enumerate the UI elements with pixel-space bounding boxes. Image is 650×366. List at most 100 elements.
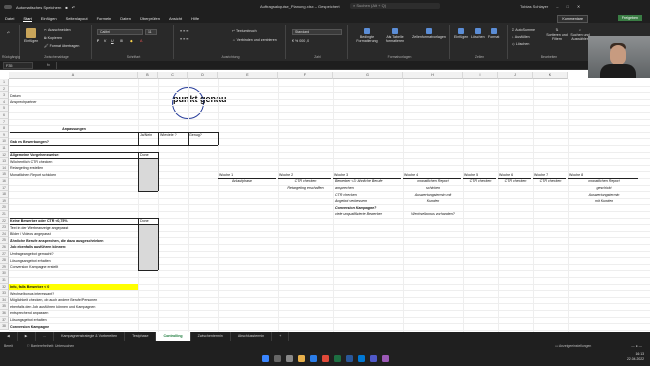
week-task[interactable]: CTR checken	[500, 178, 531, 184]
row-header[interactable]: 15	[0, 171, 9, 178]
menu-überprüfen[interactable]: Überprüfen	[140, 16, 160, 21]
keine-item[interactable]: Text in der Werbeanzeige angepasst	[10, 225, 68, 231]
row-header[interactable]: 24	[0, 230, 9, 238]
font-size-select[interactable]: 11	[145, 29, 157, 35]
number-format-select[interactable]: Standard	[292, 29, 342, 35]
excel-icon[interactable]	[333, 354, 341, 362]
column-header-a[interactable]: A	[9, 72, 138, 79]
row-header[interactable]: 17	[0, 184, 9, 192]
fill-color-icon[interactable]: ◆	[130, 39, 133, 43]
week-task[interactable]: CTR checken	[280, 178, 331, 184]
explorer-icon[interactable]	[297, 354, 305, 362]
info-item[interactable]: ebenfalls den Job ausführen können und K…	[10, 304, 95, 310]
wieviele-header[interactable]: Wieviele ?	[160, 132, 177, 138]
user-name[interactable]: Tobias Schlayer	[520, 4, 548, 9]
week-task[interactable]: Retargeting erschaffen	[280, 185, 331, 191]
allgemeine-vorgehensweise-heading[interactable]: Allgemeine Vorgehensweise:	[10, 152, 59, 158]
keine-item[interactable]: Ähnliche Berufe ansprechen, die dazu aus…	[10, 238, 103, 244]
week-task[interactable]: Angebot verbessern	[335, 198, 367, 204]
row-header[interactable]: 33	[0, 290, 9, 297]
week-task[interactable]: Auswertungstermin mit	[405, 192, 461, 198]
format-cells-button[interactable]: Format	[488, 28, 499, 39]
week-header-4[interactable]: Woche 4	[404, 172, 418, 178]
anpassungen-heading[interactable]: Anpassungen	[10, 126, 138, 132]
maximize-icon[interactable]: □	[566, 4, 568, 9]
sheet-tab-testphase[interactable]: Testphase	[125, 332, 157, 341]
row-header[interactable]: 30	[0, 270, 9, 277]
week-task[interactable]: mit Kunden	[570, 198, 638, 204]
undo-button[interactable]: ↶	[7, 31, 10, 35]
row-header[interactable]: 11	[0, 145, 9, 152]
chrome-icon[interactable]	[321, 354, 329, 362]
display-settings[interactable]: ▭ Anzeigeeinstellungen	[555, 344, 591, 348]
currency-icon[interactable]: € % 000 ,0	[292, 39, 309, 43]
ja-nein-header[interactable]: Ja/Nein	[140, 132, 152, 138]
app-icon[interactable]	[381, 354, 389, 362]
keine-bewerber-heading[interactable]: Keine Bewerber oder CTR <0,75%	[10, 218, 68, 224]
info-item[interactable]: Lösungsgebot erhalten	[10, 317, 47, 323]
week-task[interactable]: CTR checken	[335, 192, 357, 198]
conditional-format-button[interactable]: Bedingte Formatierung	[354, 28, 380, 43]
week-task[interactable]: Conversion Kampagne?	[335, 205, 376, 211]
column-header-b[interactable]: B	[138, 72, 158, 79]
week-header-3[interactable]: Woche 3	[334, 172, 348, 178]
undo-icon[interactable]: ↶	[72, 5, 75, 10]
windows-start-icon[interactable]	[261, 354, 269, 362]
row-header[interactable]: 32	[0, 283, 9, 291]
info-item[interactable]: entsprechend anpassen	[10, 310, 48, 316]
row-header[interactable]: 12	[0, 151, 9, 159]
share-button[interactable]: Freigeben	[617, 15, 642, 21]
row-header[interactable]: 22	[0, 217, 9, 225]
row-header[interactable]: 10	[0, 138, 9, 145]
copy-button[interactable]: ⧉ Kopieren	[44, 36, 62, 40]
row-header[interactable]: 3	[0, 92, 9, 99]
outlook-icon[interactable]	[357, 354, 365, 362]
column-header-d[interactable]: D	[188, 72, 218, 79]
merge-center-button[interactable]: ⇔ Verbinden und zentrieren	[232, 38, 277, 42]
menu-einfügen[interactable]: Einfügen	[41, 16, 57, 21]
row-header[interactable]: 9	[0, 131, 9, 139]
row-header[interactable]: 4	[0, 98, 9, 106]
insert-cells-button[interactable]: Einfügen	[454, 28, 468, 39]
menu-ansicht[interactable]: Ansicht	[169, 16, 182, 21]
column-header-c[interactable]: C	[158, 72, 188, 79]
sheet-tab-controlling[interactable]: Controlling	[156, 332, 191, 341]
keine-item[interactable]: Lösungsangebot erhalten	[10, 258, 51, 264]
wrap-text-button[interactable]: ↵ Textumbruch	[232, 29, 257, 33]
worksheet-grid[interactable]: punkt genau A B C D E F G H I J K 1 2 3 4 5 6 7 8 9 10 11 12 13…	[0, 72, 650, 332]
accessibility-status[interactable]: ⚐ Barrierefreiheit: Untersuchen	[27, 344, 74, 348]
format-painter-button[interactable]: 🖌 Format übertragen	[44, 44, 79, 48]
row-header[interactable]: 27	[0, 250, 9, 258]
menu-hilfe[interactable]: Hilfe	[191, 16, 199, 21]
paste-button[interactable]: Einfügen	[24, 28, 38, 43]
font-color-icon[interactable]: A	[140, 39, 142, 43]
allgemeine-item[interactable]: Retargeting erstellen	[10, 165, 43, 171]
row-header[interactable]: 6	[0, 112, 9, 119]
week-task[interactable]: Auswertungstermin	[570, 192, 638, 198]
row-header[interactable]: 34	[0, 296, 9, 304]
week-header-6[interactable]: Woche 6	[499, 172, 513, 178]
sheet-tab-kampagnenstrategie-vorbereiten[interactable]: Kampagnenstrategie & Vorbereiten	[54, 332, 126, 341]
fx-icon[interactable]: fx	[47, 63, 50, 67]
align-left-icon[interactable]: ≡ ≡ ≡	[180, 37, 188, 41]
column-header-i[interactable]: I	[463, 72, 498, 79]
formula-input[interactable]	[55, 61, 650, 69]
row-header[interactable]: 18	[0, 191, 9, 198]
week-header-7[interactable]: Woche 7	[534, 172, 548, 178]
row-header[interactable]: 26	[0, 244, 9, 251]
info-item[interactable]: Möglichkeit checken, ob auch andere Beru…	[10, 297, 97, 303]
row-header[interactable]: 35	[0, 303, 9, 310]
find-select-button[interactable]: ⌕ Suchen und Auswählen	[570, 28, 590, 41]
borders-icon[interactable]: ⊞	[120, 39, 123, 43]
ansprechpartner-label[interactable]: Ansprechpartner	[10, 99, 37, 105]
column-header-g[interactable]: G	[333, 72, 403, 79]
week-task[interactable]: monatlichen Report	[405, 178, 461, 184]
row-header[interactable]: 21	[0, 211, 9, 218]
clear-button[interactable]: ◇ Löschen	[512, 42, 529, 46]
row-header[interactable]: 23	[0, 224, 9, 231]
row-header[interactable]: 36	[0, 310, 9, 317]
row-header[interactable]: 31	[0, 277, 9, 284]
comments-button[interactable]: Kommentare	[557, 15, 588, 23]
row-header[interactable]: 20	[0, 204, 9, 211]
column-header-h[interactable]: H	[403, 72, 463, 79]
